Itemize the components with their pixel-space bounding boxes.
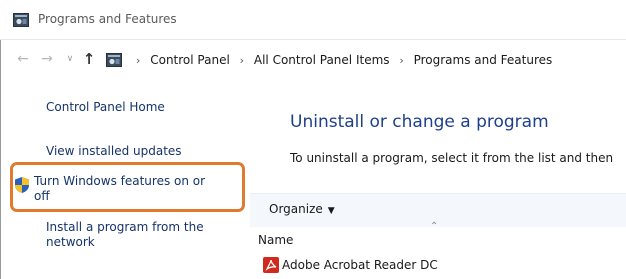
window-title: Programs and Features	[38, 12, 177, 26]
install-label-line1: Install a program from the	[46, 220, 204, 234]
address-bar: ← → ∨ ↑ › Control Panel › All Control Pa…	[0, 41, 626, 79]
page-title: Uninstall or change a program	[290, 112, 549, 132]
features-label-line1: Turn Windows features on or	[34, 174, 206, 188]
control-panel-icon	[13, 13, 29, 27]
sort-ascending-icon: ⌃	[430, 221, 439, 232]
title-bar: Programs and Features	[0, 0, 626, 40]
breadcrumb: › Control Panel › All Control Panel Item…	[130, 53, 552, 67]
chevron-right-icon[interactable]: ›	[136, 54, 140, 67]
column-header-name[interactable]: Name	[258, 233, 293, 247]
sidebar-link-install-network[interactable]: Install a program from the network	[46, 220, 204, 250]
breadcrumb-control-panel[interactable]: Control Panel	[150, 53, 230, 67]
sidebar-link-home[interactable]: Control Panel Home	[46, 100, 165, 115]
breadcrumb-all-items[interactable]: All Control Panel Items	[254, 53, 390, 67]
chevron-right-icon[interactable]: ›	[240, 54, 244, 67]
chevron-down-icon[interactable]: ∨	[62, 51, 78, 67]
arrow-up-icon[interactable]: ↑	[81, 51, 97, 67]
arrow-left-icon[interactable]: ←	[15, 51, 31, 67]
organize-label: Organize	[269, 202, 323, 216]
arrow-right-icon[interactable]: →	[39, 51, 55, 67]
shield-icon	[14, 176, 30, 194]
chevron-right-icon[interactable]: ›	[399, 54, 403, 67]
page-description: To uninstall a program, select it from t…	[290, 151, 614, 165]
list-item[interactable]: Adobe Acrobat Reader DC	[282, 258, 438, 272]
breadcrumb-programs-features[interactable]: Programs and Features	[414, 53, 553, 67]
features-label-line2: off	[34, 189, 50, 203]
install-label-line2: network	[46, 235, 95, 249]
caret-down-icon: ▼	[327, 206, 335, 216]
acrobat-icon	[263, 257, 279, 273]
control-panel-icon	[106, 53, 122, 67]
organize-button[interactable]: Organize ▼	[269, 202, 335, 216]
sidebar-link-updates[interactable]: View installed updates	[46, 144, 182, 159]
sidebar-link-windows-features[interactable]: Turn Windows features on or off	[34, 174, 205, 204]
